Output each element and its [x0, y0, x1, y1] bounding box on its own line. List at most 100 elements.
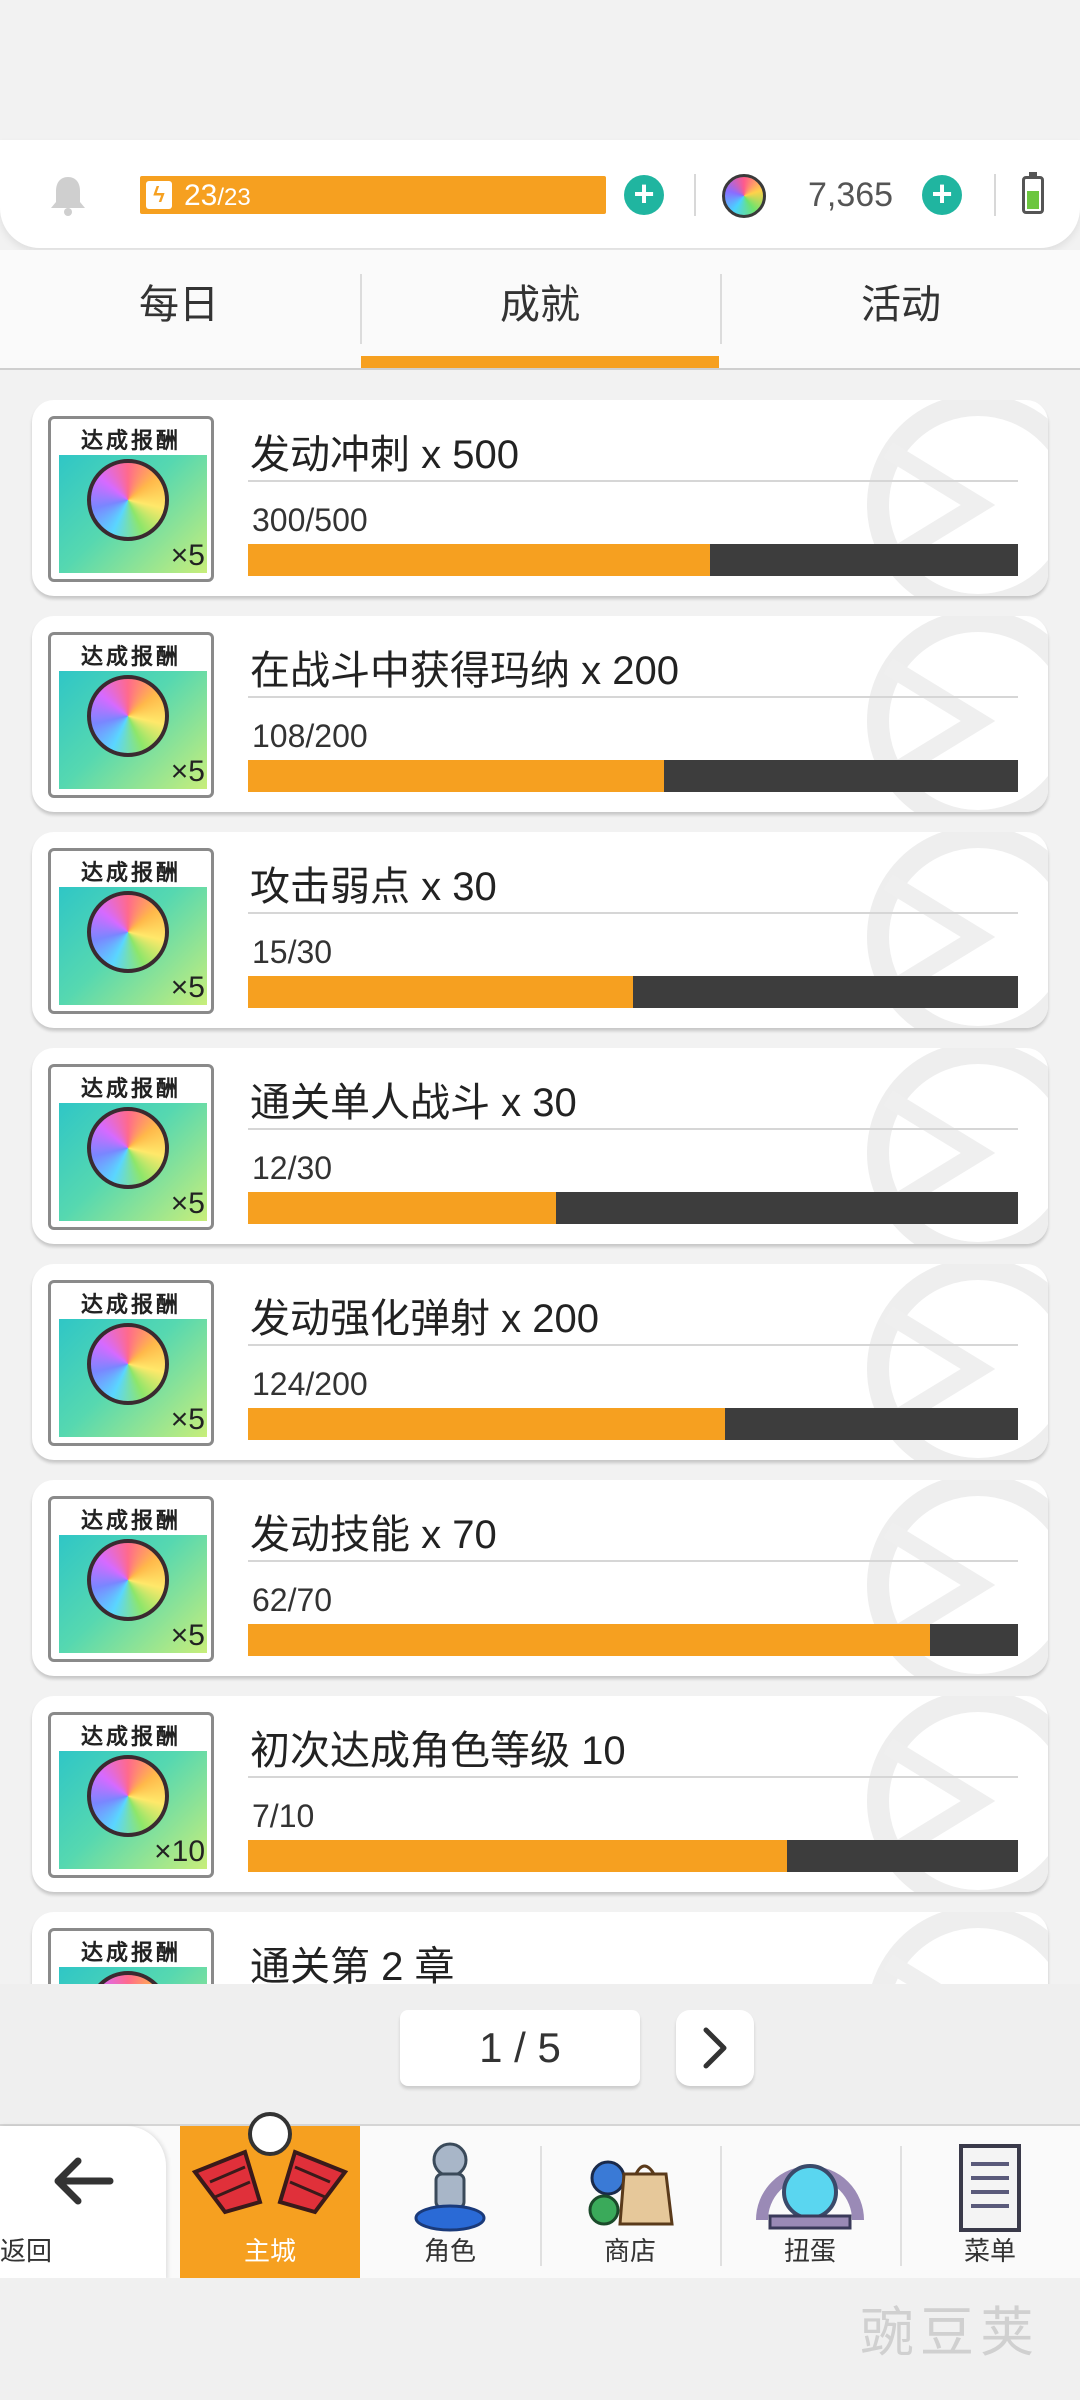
- achievement-title: 攻击弱点 x 30: [250, 865, 497, 909]
- divider: [248, 696, 1018, 698]
- divider: [248, 1560, 1018, 1562]
- achievement-card[interactable]: 达成报酬 ×5 在战斗中获得玛纳 x 200 108/200: [32, 616, 1048, 812]
- reward-label: 达成报酬: [80, 1076, 181, 1101]
- achievement-card[interactable]: 达成报酬 ×5 通关单人战斗 x 30 12/30: [32, 1048, 1048, 1244]
- background-emblem-icon: [872, 1912, 1048, 1984]
- rainbow-orb-icon: [87, 1323, 169, 1405]
- reward-item: 达成报酬 ×5: [48, 1064, 214, 1230]
- progress-bar: [248, 1840, 1018, 1872]
- achievement-title: 初次达成角色等级 10: [250, 1729, 626, 1773]
- achievement-list[interactable]: 达成报酬 ×5 发动冲刺 x 500 300/500 达成报酬 ×5 在战斗中获得玛纳 x …: [0, 380, 1080, 1984]
- progress-fill: [248, 760, 664, 792]
- add-gem-button[interactable]: +: [922, 175, 962, 215]
- tab-daily[interactable]: 每日: [0, 250, 358, 368]
- progress-bar: [248, 1624, 1018, 1656]
- tab-events[interactable]: 活动: [722, 250, 1080, 368]
- achievement-card[interactable]: 达成报酬 ×10 初次达成角色等级 10 7/10: [32, 1696, 1048, 1892]
- wings-icon: [191, 2112, 349, 2215]
- progress-bar: [248, 544, 1018, 576]
- progress-fill: [248, 1624, 931, 1656]
- reward-item: 达成报酬 ×5: [48, 848, 214, 1014]
- progress-fill: [248, 1840, 787, 1872]
- progress-fill: [248, 544, 710, 576]
- back-button[interactable]: 返回: [0, 2126, 166, 2280]
- reward-quantity: ×10: [154, 1835, 205, 1868]
- character-icon: [414, 2142, 486, 2232]
- reward-label: 达成报酬: [80, 1940, 181, 1965]
- progress-text: 108/200: [252, 718, 368, 754]
- nav-label-character: 角色: [423, 2236, 476, 2266]
- achievement-card[interactable]: 达成报酬 ×5 攻击弱点 x 30 15/30: [32, 832, 1048, 1028]
- progress-fill: [248, 1408, 726, 1440]
- resource-bar: ϟ 23/23 + 7,365 +: [0, 140, 1080, 248]
- nav-item-main-city[interactable]: 主城: [180, 2112, 360, 2280]
- nav-label-menu: 菜单: [963, 2236, 1016, 2266]
- divider: [694, 174, 696, 216]
- progress-fill: [248, 1192, 556, 1224]
- system-bottom-strip: 豌豆荚: [0, 2278, 1080, 2400]
- nav-label-gacha: 扭蛋: [783, 2236, 836, 2266]
- lightning-icon: ϟ: [146, 181, 172, 209]
- arrow-left-icon: [54, 2157, 114, 2205]
- bell-icon[interactable]: [48, 174, 88, 216]
- reward-label: 达成报酬: [80, 1724, 181, 1749]
- reward-label: 达成报酬: [80, 860, 181, 885]
- reward-label: 达成报酬: [80, 428, 181, 453]
- divider: [248, 480, 1018, 482]
- progress-text: 62/70: [252, 1582, 333, 1618]
- divider: [248, 912, 1018, 914]
- rainbow-orb-icon: [87, 891, 169, 973]
- reward-quantity: ×5: [170, 971, 205, 1004]
- reward-item: 达成报酬 ×10: [48, 1712, 214, 1878]
- achievement-card[interactable]: 达成报酬 ×5 发动强化弹射 x 200 124/200: [32, 1264, 1048, 1460]
- reward-item: 达成报酬 ×5: [48, 1496, 214, 1662]
- progress-text: 12/30: [252, 1150, 333, 1186]
- divider: [248, 1776, 1018, 1778]
- achievement-title: 发动冲刺 x 500: [250, 433, 519, 477]
- achievement-title: 发动强化弹射 x 200: [250, 1297, 599, 1341]
- reward-quantity: ×5: [170, 1403, 205, 1436]
- nav-label-main-city: 主城: [243, 2236, 296, 2266]
- achievement-title: 通关第 2 章: [250, 1945, 455, 1984]
- reward-label: 达成报酬: [80, 644, 181, 669]
- achievement-card[interactable]: 达成报酬 ×5 发动冲刺 x 500 300/500: [32, 400, 1048, 596]
- battery-icon: [1022, 172, 1044, 214]
- progress-bar: [248, 1408, 1018, 1440]
- progress-text: 15/30: [252, 934, 333, 970]
- progress-fill: [248, 976, 633, 1008]
- achievement-title: 在战斗中获得玛纳 x 200: [250, 649, 679, 693]
- rainbow-orb-icon: [87, 675, 169, 757]
- divider: [248, 1344, 1018, 1346]
- next-page-button[interactable]: [676, 2010, 754, 2086]
- progress-bar: [248, 1192, 1018, 1224]
- progress-bar: [248, 976, 1018, 1008]
- rainbow-orb-icon: [87, 459, 169, 541]
- reward-item: 达成报酬: [48, 1928, 214, 1984]
- progress-text: 300/500: [252, 502, 368, 538]
- stamina-bar: ϟ 23/23: [140, 176, 606, 214]
- nav-label-back: 返回: [0, 2236, 53, 2266]
- nav-item-gacha[interactable]: 扭蛋: [720, 2126, 900, 2280]
- nav-item-menu[interactable]: 菜单: [900, 2126, 1080, 2280]
- divider: [994, 174, 996, 216]
- reward-quantity: ×5: [170, 539, 205, 572]
- gacha-icon: [756, 2164, 864, 2230]
- add-stamina-button[interactable]: +: [624, 175, 664, 215]
- tab-bar: 每日 成就 活动: [0, 250, 1080, 370]
- nav-item-character[interactable]: 角色: [360, 2126, 540, 2280]
- achievement-card[interactable]: 达成报酬 通关第 2 章: [32, 1912, 1048, 1984]
- reward-quantity: ×5: [170, 1619, 205, 1652]
- divider: [248, 1128, 1018, 1130]
- reward-quantity: ×5: [170, 1187, 205, 1220]
- reward-quantity: ×5: [170, 755, 205, 788]
- pagination: 1 / 5: [0, 1984, 1080, 2124]
- reward-label: 达成报酬: [80, 1292, 181, 1317]
- tab-achievements[interactable]: 成就: [361, 250, 719, 368]
- nav-item-shop[interactable]: 商店: [540, 2126, 720, 2280]
- achievement-title: 通关单人战斗 x 30: [250, 1081, 577, 1125]
- reward-item: 达成报酬 ×5: [48, 1280, 214, 1446]
- reward-item: 达成报酬 ×5: [48, 416, 214, 582]
- rainbow-orb-icon: [87, 1755, 169, 1837]
- achievement-card[interactable]: 达成报酬 ×5 发动技能 x 70 62/70: [32, 1480, 1048, 1676]
- achievement-title: 发动技能 x 70: [250, 1513, 497, 1557]
